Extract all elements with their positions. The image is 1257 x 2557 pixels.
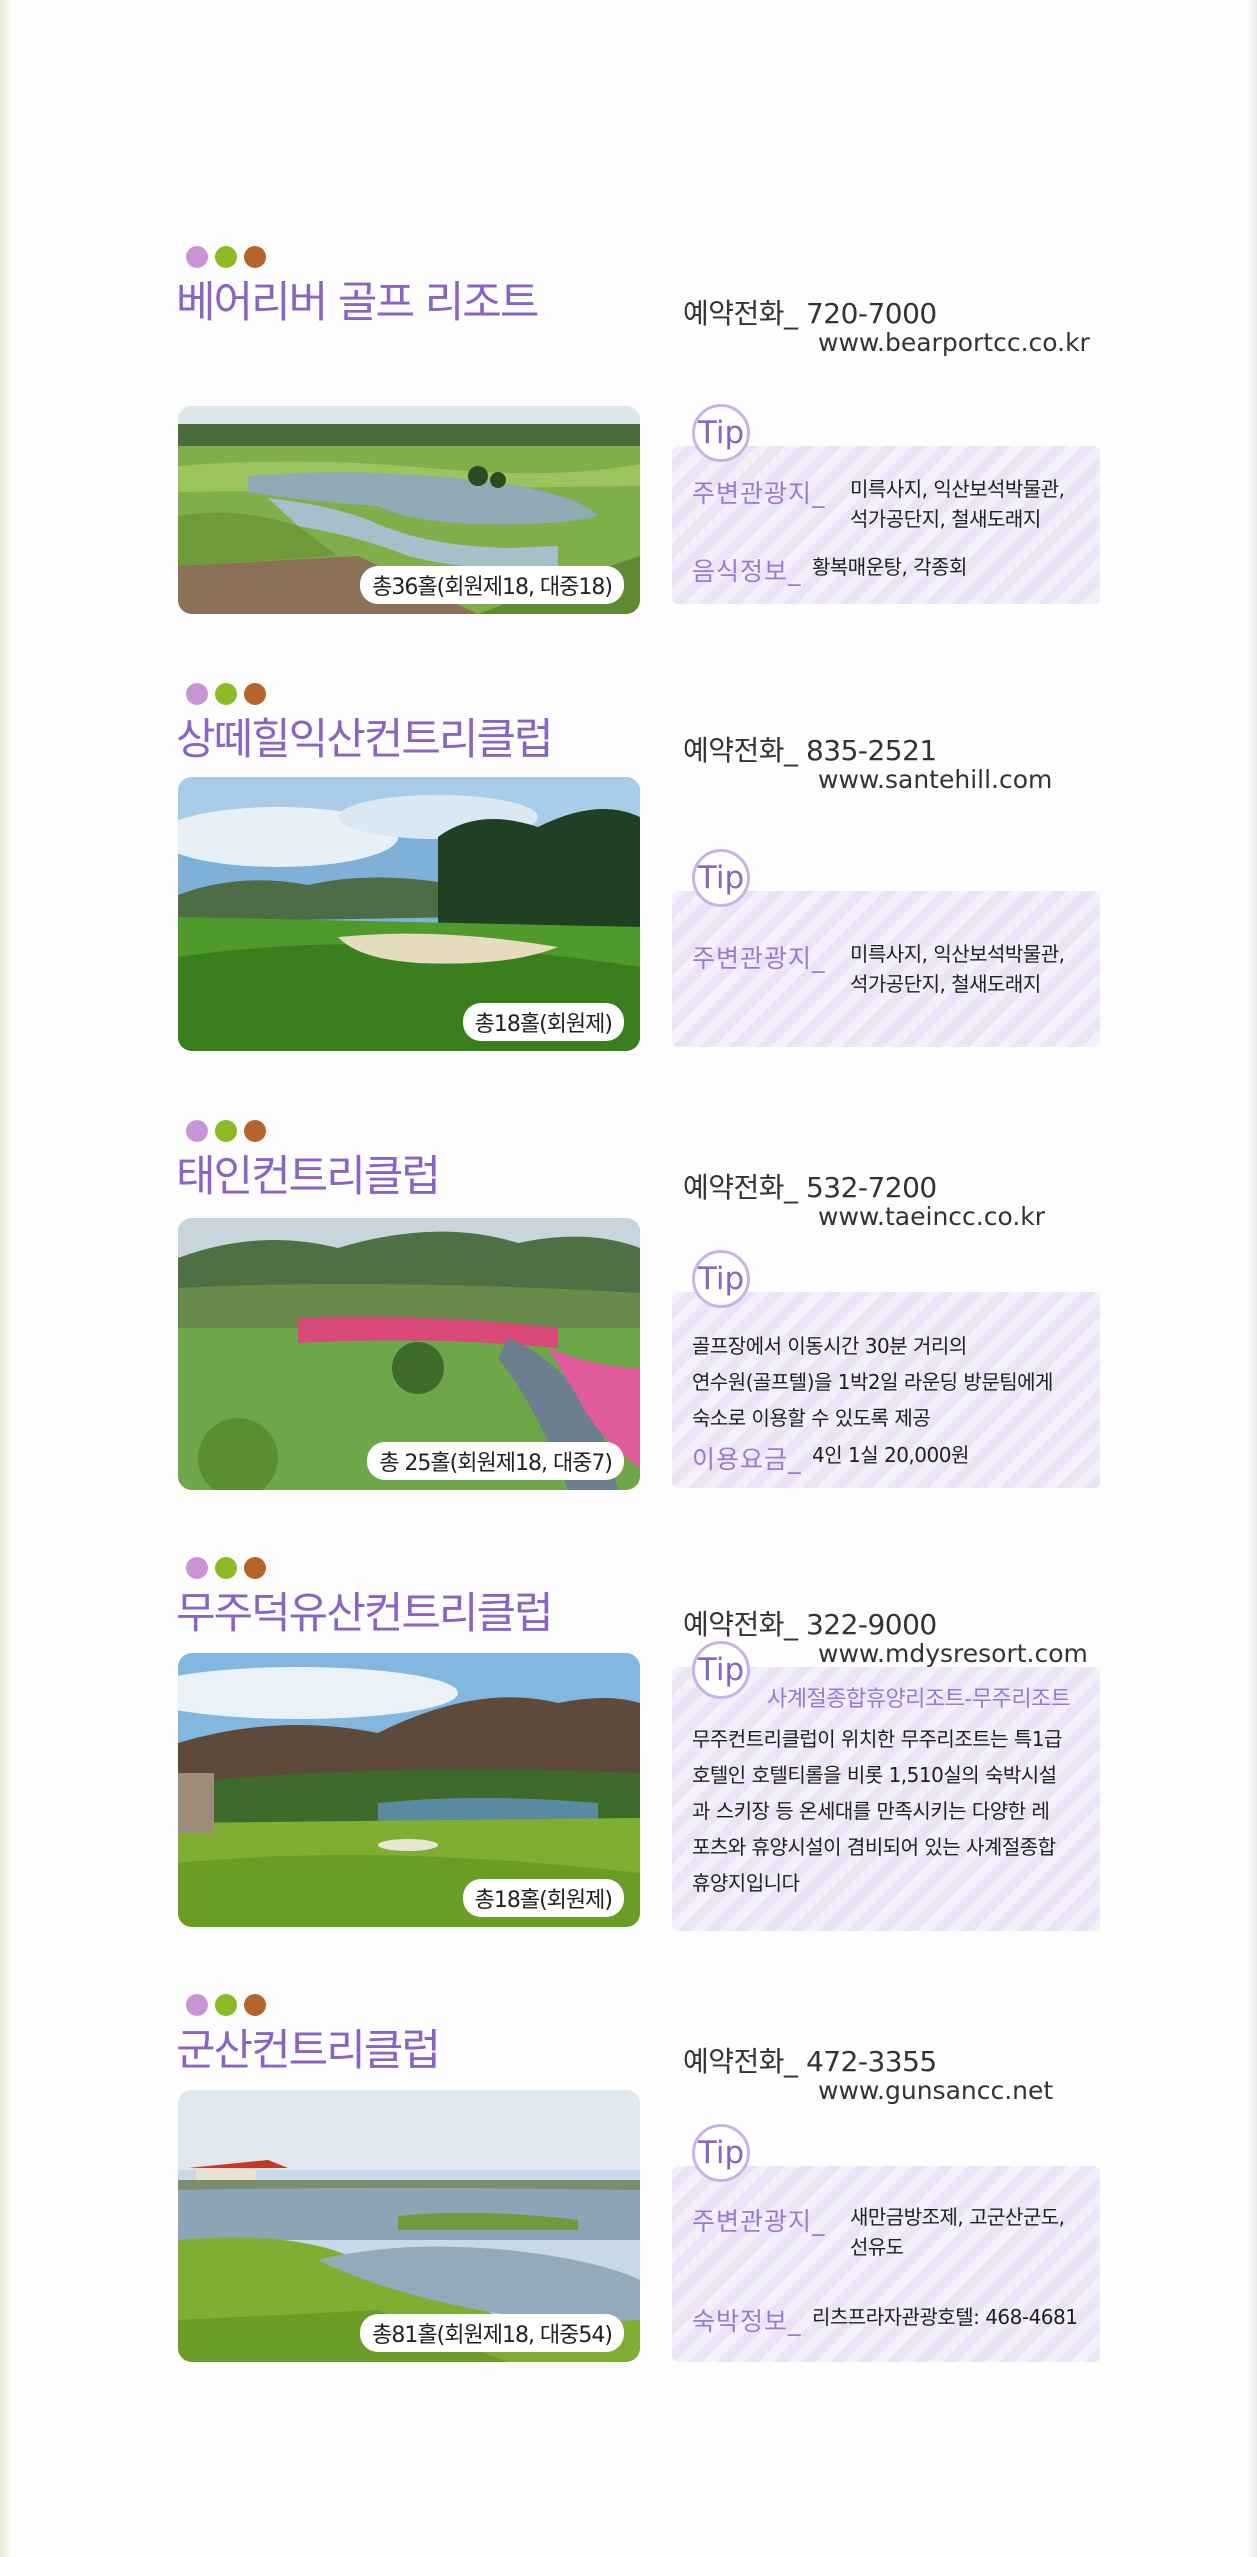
tip-row-value: 미륵사지, 익산보석박물관, 석가공단지, 철새도래지 [850, 477, 1065, 531]
reservation-phone: 예약전화_ 835-2521 [683, 734, 937, 767]
tip-badge-icon: Tip [692, 1250, 750, 1308]
reservation-phone: 예약전화_ 472-3355 [683, 2045, 937, 2078]
tip-subtitle: 사계절종합휴양리조트-무주리조트 [767, 1687, 1071, 1712]
tip-row-nearby: 주변관광지_ 새만금방조제, 고군산군도, 선유도 [692, 2202, 1065, 2262]
tip-row-label: 주변관광지_ [692, 944, 826, 973]
holes-badge: 총81홀(회원제18, 대중54) [360, 2314, 624, 2352]
reservation-phone: 예약전화_ 720-7000 [683, 297, 937, 330]
tip-paragraph: 골프장에서 이동시간 30분 거리의 연수원(골프텔)을 1박2일 라운딩 방문… [692, 1334, 1053, 1430]
course-photo: 총18홀(회원제) [178, 777, 640, 1051]
holes-badge: 총 25홀(회원제18, 대중7) [367, 1442, 624, 1480]
three-dot-icon [186, 683, 266, 705]
course-section-taein: 태인컨트리클럽 예약전화_ 532-7200 www.taeincc.co.kr… [0, 1120, 1257, 1520]
tip-box: Tip 사계절종합휴양리조트-무주리조트 무주컨트리클럽이 위치한 무주리조트는… [672, 1641, 1100, 1931]
tip-row-label: 이용요금_ [692, 1445, 802, 1474]
tip-row-value: 새만금방조제, 고군산군도, 선유도 [850, 2205, 1065, 2259]
course-title: 무주덕유산컨트리클럽 [176, 1589, 554, 1639]
course-website[interactable]: www.santehill.com [818, 765, 1052, 794]
course-website[interactable]: www.taeincc.co.kr [818, 1202, 1045, 1231]
course-website[interactable]: www.bearportcc.co.kr [818, 328, 1090, 357]
tip-row-lodging: 숙박정보_ 리츠프라자관광호텔: 468-4681 [692, 2302, 1078, 2338]
tip-box: Tip 골프장에서 이동시간 30분 거리의 연수원(골프텔)을 1박2일 라운… [672, 1250, 1100, 1488]
course-photo: 총18홀(회원제) [178, 1653, 640, 1927]
three-dot-icon [186, 246, 266, 268]
tip-row-label: 숙박정보_ [692, 2307, 802, 2336]
course-title: 베어리버 골프 리조트 [176, 278, 539, 328]
tip-badge-icon: Tip [692, 2124, 750, 2182]
course-section-santehill: 상떼힐익산컨트리클럽 예약전화_ 835-2521 www.santehill.… [0, 683, 1257, 1083]
reservation-phone: 예약전화_ 322-9000 [683, 1608, 937, 1641]
tip-box: Tip 주변관광지_ 미륵사지, 익산보석박물관, 석가공단지, 철새도래지 음… [672, 404, 1100, 604]
holes-badge: 총18홀(회원제) [462, 1879, 624, 1917]
tip-row-value: 리츠프라자관광호텔: 468-4681 [812, 2305, 1078, 2329]
course-photo: 총81홀(회원제18, 대중54) [178, 2090, 640, 2362]
tip-badge-icon: Tip [692, 1641, 750, 1699]
course-photo: 총36홀(회원제18, 대중18) [178, 406, 640, 614]
tip-row-value: 황복매운탕, 각종회 [812, 555, 967, 579]
course-section-gunsan: 군산컨트리클럽 예약전화_ 472-3355 www.gunsancc.net … [0, 1994, 1257, 2394]
course-title: 상떼힐익산컨트리클럽 [176, 715, 554, 765]
tip-row-value: 4인 1실 20,000원 [812, 1443, 969, 1467]
tip-row-nearby: 주변관광지_ 미륵사지, 익산보석박물관, 석가공단지, 철새도래지 [692, 939, 1065, 999]
course-title: 군산컨트리클럽 [176, 2026, 441, 2076]
tip-row-label: 주변관광지_ [692, 2207, 826, 2236]
tip-box: Tip 주변관광지_ 미륵사지, 익산보석박물관, 석가공단지, 철새도래지 [672, 849, 1100, 1047]
tip-paragraph: 무주컨트리클럽이 위치한 무주리조트는 특1급 호텔인 호텔티롤을 비롯 1,5… [692, 1727, 1062, 1895]
course-photo: 총 25홀(회원제18, 대중7) [178, 1218, 640, 1490]
course-section-muju: 무주덕유산컨트리클럽 예약전화_ 322-9000 www.mdysresort… [0, 1557, 1257, 1957]
three-dot-icon [186, 1994, 266, 2016]
holes-badge: 총18홀(회원제) [462, 1003, 624, 1041]
tip-box: Tip 주변관광지_ 새만금방조제, 고군산군도, 선유도 숙박정보_ 리츠프라… [672, 2124, 1100, 2362]
tip-row-label: 음식정보_ [692, 557, 802, 586]
tip-row-food: 음식정보_ 황복매운탕, 각종회 [692, 552, 967, 588]
tip-row-price: 이용요금_ 4인 1실 20,000원 [692, 1440, 969, 1476]
three-dot-icon [186, 1120, 266, 1142]
course-website[interactable]: www.mdysresort.com [818, 1639, 1088, 1668]
tip-row-nearby: 주변관광지_ 미륵사지, 익산보석박물관, 석가공단지, 철새도래지 [692, 474, 1065, 534]
reservation-phone: 예약전화_ 532-7200 [683, 1171, 937, 1204]
tip-badge-icon: Tip [692, 404, 750, 462]
course-website[interactable]: www.gunsancc.net [818, 2076, 1053, 2105]
course-title: 태인컨트리클럽 [176, 1152, 441, 1202]
three-dot-icon [186, 1557, 266, 1579]
tip-badge-icon: Tip [692, 849, 750, 907]
holes-badge: 총36홀(회원제18, 대중18) [360, 566, 624, 604]
course-section-bearriver: 베어리버 골프 리조트 예약전화_ 720-7000 www.bearportc… [0, 246, 1257, 646]
tip-row-value: 미륵사지, 익산보석박물관, 석가공단지, 철새도래지 [850, 942, 1065, 996]
tip-row-label: 주변관광지_ [692, 479, 826, 508]
